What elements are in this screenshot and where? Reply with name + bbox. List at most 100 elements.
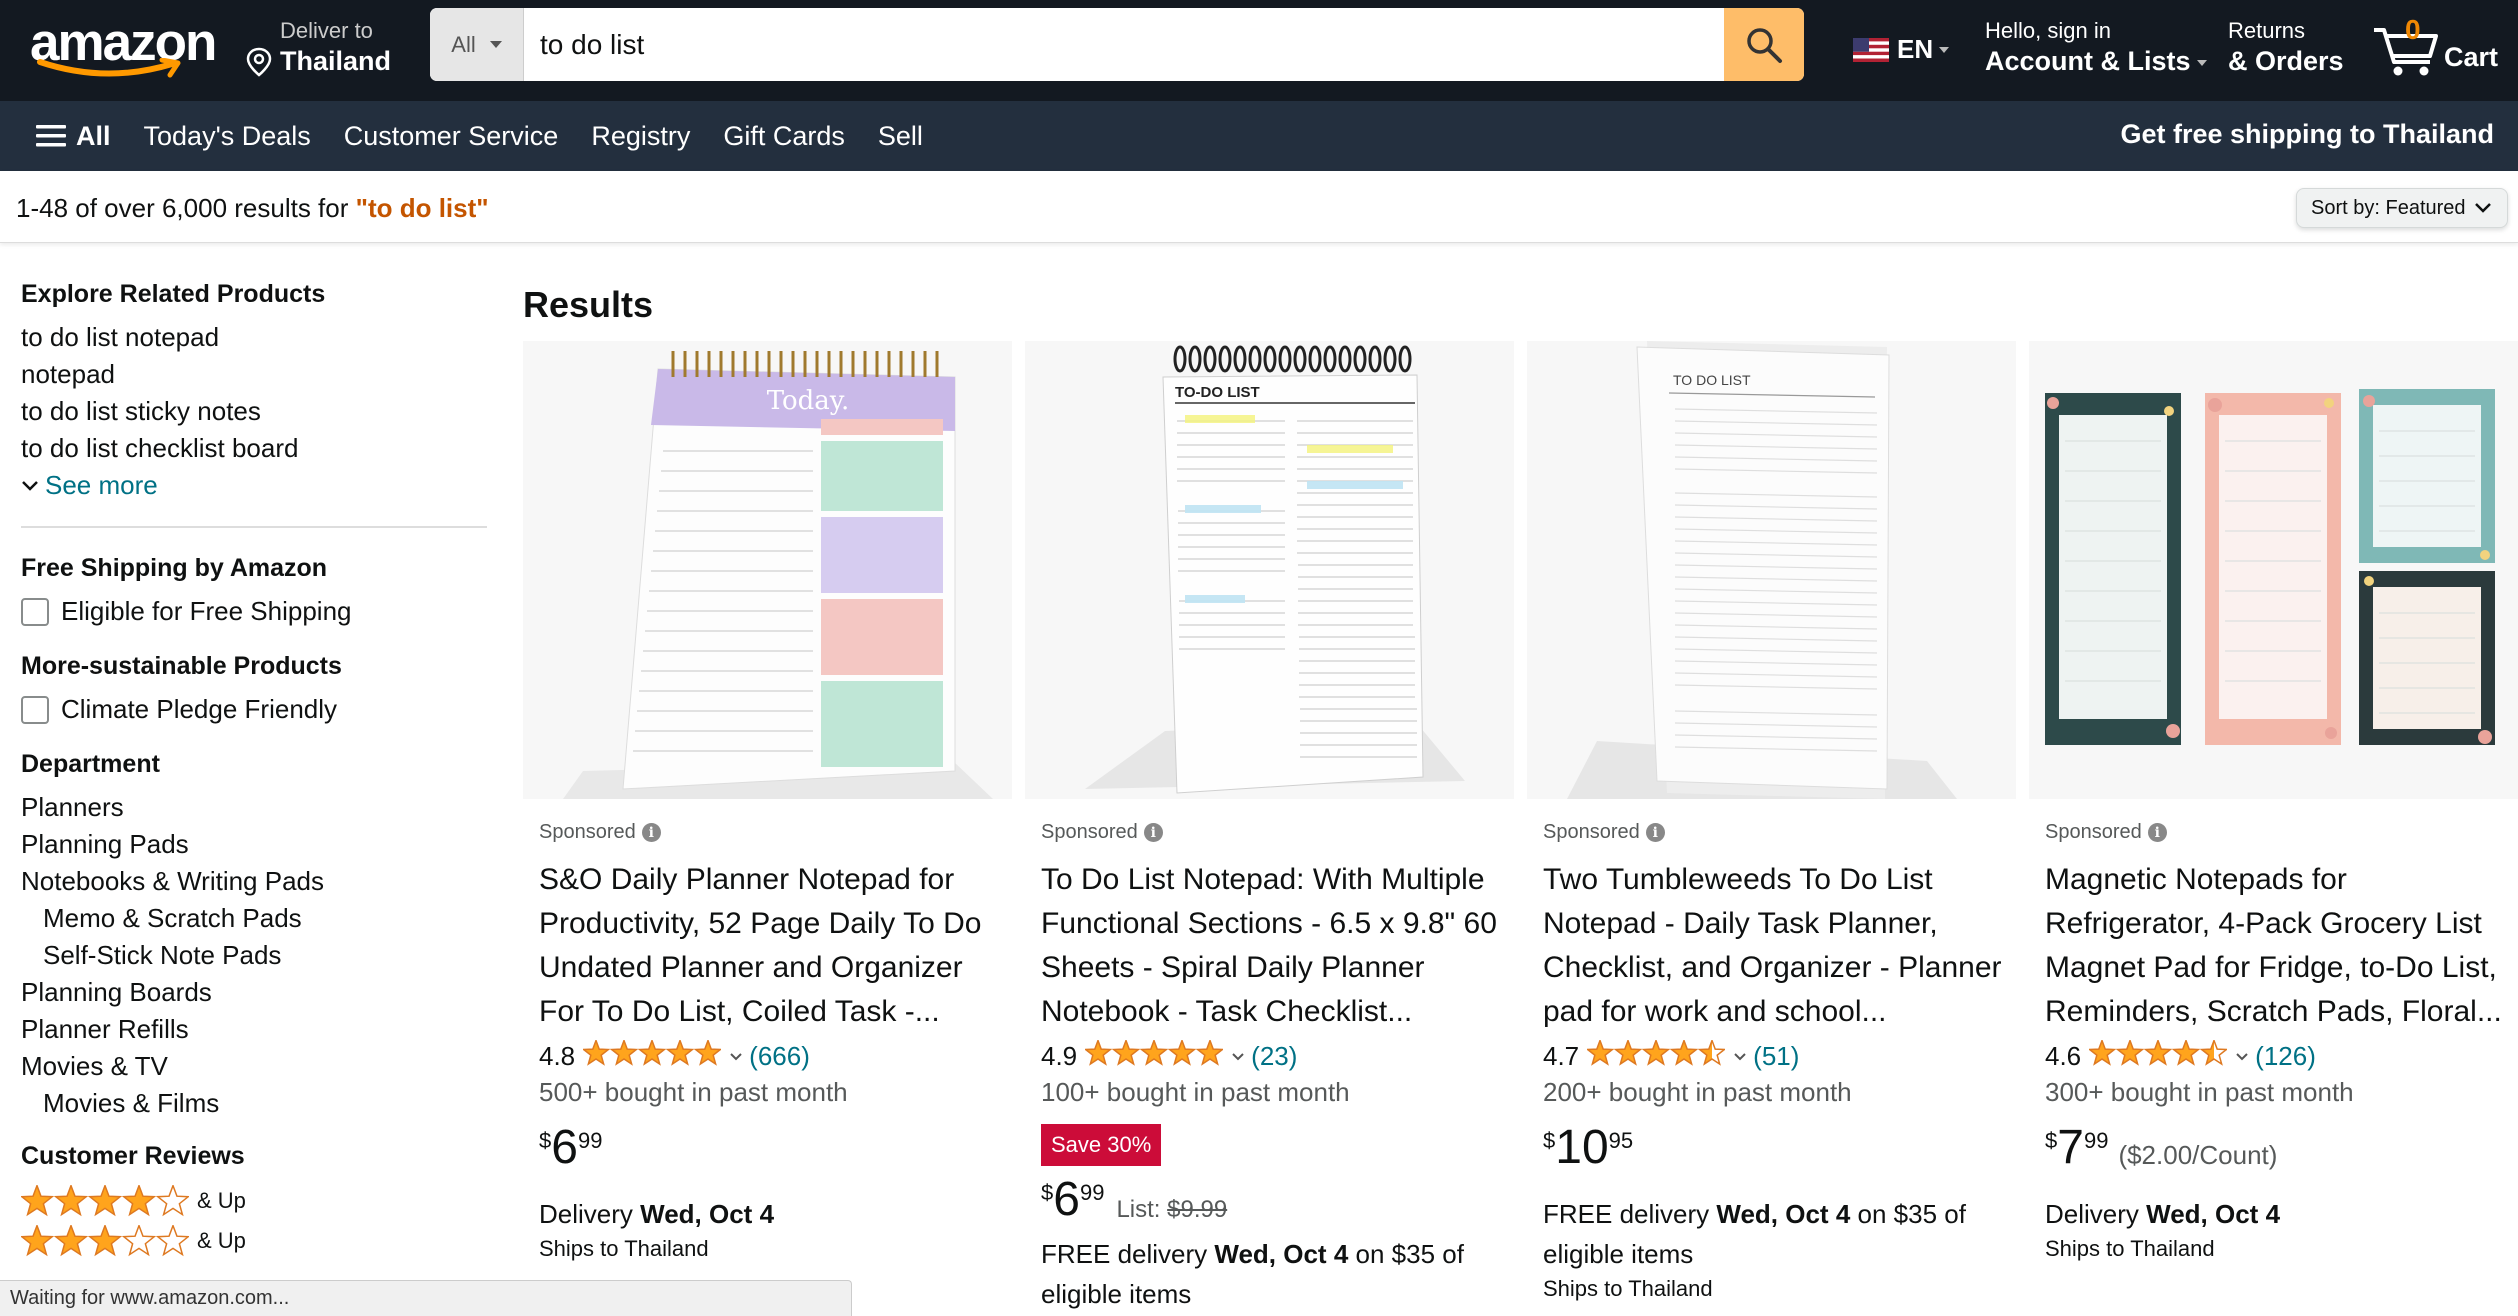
price[interactable]: $6 99 List: $9.99 [1041, 1174, 1514, 1226]
nav-gift-cards[interactable]: Gift Cards [723, 121, 845, 152]
logo-smile-icon [37, 58, 181, 78]
related-link[interactable]: to do list notepad [21, 319, 487, 356]
search-category-dropdown[interactable]: All [430, 8, 524, 81]
price[interactable]: $10 95 [1543, 1122, 2016, 1174]
info-icon[interactable]: i [1143, 823, 1163, 842]
search-button[interactable] [1724, 8, 1804, 81]
bought-count: 300+ bought in past month [2045, 1077, 2354, 1107]
cart-button[interactable]: 0 Cart [2372, 14, 2502, 80]
sponsored-label[interactable]: Sponsored i [2045, 821, 2518, 844]
product-image[interactable] [2029, 341, 2518, 799]
info-icon[interactable]: i [641, 823, 661, 842]
department-link[interactable]: Planning Boards [21, 974, 487, 1011]
review-filter-list: & Up & Up [21, 1181, 487, 1261]
review-count-link[interactable]: (23) [1251, 1041, 1297, 1072]
review-count-link[interactable]: (666) [749, 1041, 810, 1072]
delivery-info: FREE delivery Wed, Oct 4 on $35 of eligi… [1543, 1199, 1966, 1269]
nav-registry[interactable]: Registry [591, 121, 690, 152]
price[interactable]: $7 99 ($2.00/Count) [2045, 1122, 2518, 1174]
chevron-down-icon[interactable] [1733, 1052, 1747, 1062]
rating-value: 4.6 [2045, 1041, 2082, 1071]
product-card: Sponsored i Magnetic Notepads for Refrige… [2029, 341, 2518, 1316]
product-image[interactable]: TO-DO LIST [1025, 341, 1514, 799]
search-icon [1747, 27, 1782, 63]
related-link[interactable]: to do list sticky notes [21, 393, 487, 430]
chevron-down-icon [2474, 203, 2491, 213]
svg-text:TO DO LIST: TO DO LIST [1673, 372, 1751, 388]
nav-bar: All Today's Deals Customer Service Regis… [0, 101, 2518, 171]
bought-count: 500+ bought in past month [539, 1077, 848, 1107]
review-filter-3-stars[interactable]: & Up [21, 1221, 487, 1261]
product-image[interactable]: Today. [523, 341, 1012, 799]
sponsored-label[interactable]: Sponsored i [1543, 821, 2016, 844]
all-menu-button[interactable]: All [36, 121, 111, 152]
nav-customer-service[interactable]: Customer Service [344, 121, 559, 152]
chevron-down-icon[interactable] [2235, 1052, 2249, 1062]
star-rating-icon[interactable] [1083, 1038, 1225, 1073]
sort-by-dropdown[interactable]: Sort by: Featured [2296, 188, 2508, 228]
review-filter-4-stars[interactable]: & Up [21, 1181, 487, 1221]
product-title-link[interactable]: Magnetic Notepads for Refrigerator, 4-Pa… [2045, 858, 2505, 1034]
product-title-link[interactable]: Two Tumbleweeds To Do List Notepad - Dai… [1543, 858, 2003, 1034]
rating-value: 4.9 [1041, 1041, 1078, 1071]
sponsored-label[interactable]: Sponsored i [539, 821, 1012, 844]
review-count-link[interactable]: (51) [1753, 1041, 1799, 1072]
info-icon[interactable]: i [1645, 823, 1665, 842]
amazon-logo[interactable]: amazon [30, 14, 217, 80]
chevron-down-icon [22, 480, 38, 491]
chevron-down-icon[interactable] [1231, 1052, 1245, 1062]
info-icon[interactable]: i [2147, 823, 2167, 842]
product-image[interactable]: TO DO LIST [1527, 341, 2016, 799]
ships-to: Ships to Thailand [1543, 1276, 1713, 1301]
language-selector[interactable]: EN [1853, 34, 1950, 65]
star-rating-icon[interactable] [2087, 1038, 2229, 1073]
related-link[interactable]: notepad [21, 356, 487, 393]
todo-list-notepad-image: TO-DO LIST [1025, 341, 1514, 799]
nav-todays-deals[interactable]: Today's Deals [144, 121, 311, 152]
account-and-lists[interactable]: Hello, sign in Account & Lists [1985, 18, 2207, 77]
product-title-link[interactable]: S&O Daily Planner Notepad for Productivi… [539, 858, 999, 1034]
search-query-text: "to do list" [355, 193, 489, 223]
customer-reviews-heading: Customer Reviews [21, 1142, 245, 1170]
review-count-link[interactable]: (126) [2255, 1041, 2316, 1072]
see-more-link[interactable]: See more [21, 467, 487, 504]
free-shipping-heading: Free Shipping by Amazon [21, 554, 328, 582]
price[interactable]: $6 99 [539, 1122, 1012, 1174]
checkbox[interactable] [21, 597, 49, 626]
department-link[interactable]: Memo & Scratch Pads [21, 900, 487, 937]
deliver-to[interactable]: Deliver to Thailand [246, 18, 391, 77]
department-link[interactable]: Planning Pads [21, 826, 487, 863]
sustainable-heading: More-sustainable Products [21, 652, 342, 680]
climate-pledge-checkbox[interactable]: Climate Pledge Friendly [21, 691, 487, 728]
hamburger-menu-icon [36, 125, 66, 147]
department-link[interactable]: Self-Stick Note Pads [21, 937, 487, 974]
chevron-down-icon [1939, 46, 1950, 53]
returns-and-orders[interactable]: Returns & Orders [2228, 18, 2344, 77]
free-shipping-promo[interactable]: Get free shipping to Thailand [2120, 119, 2494, 150]
department-link[interactable]: Notebooks & Writing Pads [21, 863, 487, 900]
star-rating-icon[interactable] [581, 1038, 723, 1073]
daily-planner-notepad-image: Today. [523, 341, 1012, 799]
bought-count: 100+ bought in past month [1041, 1077, 1350, 1107]
department-link[interactable]: Planner Refills [21, 1011, 487, 1048]
product-title-link[interactable]: To Do List Notepad: With Multiple Functi… [1041, 858, 1501, 1034]
search-bar: All [430, 8, 1804, 81]
sponsored-label[interactable]: Sponsored i [1041, 821, 1514, 844]
related-link[interactable]: to do list checklist board [21, 430, 487, 467]
delivery-info: Delivery Wed, Oct 4 [2045, 1199, 2281, 1229]
free-shipping-checkbox[interactable]: Eligible for Free Shipping [21, 593, 487, 630]
rating-row: 4.6 (126) [2045, 1038, 2518, 1073]
nav-sell[interactable]: Sell [878, 121, 923, 152]
related-products-heading: Explore Related Products [21, 280, 326, 308]
search-input[interactable] [524, 8, 1724, 81]
checkbox[interactable] [21, 695, 49, 724]
chevron-down-icon[interactable] [729, 1052, 743, 1062]
ships-to: Ships to Thailand [539, 1236, 709, 1261]
department-link[interactable]: Movies & TV [21, 1048, 487, 1085]
department-link[interactable]: Movies & Films [21, 1085, 487, 1122]
star-rating-icon[interactable] [1585, 1038, 1727, 1073]
delivery-info: FREE delivery Wed, Oct 4 on $35 of eligi… [1041, 1239, 1464, 1309]
department-link[interactable]: Planners [21, 789, 487, 826]
rating-row: 4.8 (666) [539, 1038, 1012, 1073]
delivery-info: Delivery Wed, Oct 4 [539, 1199, 775, 1229]
